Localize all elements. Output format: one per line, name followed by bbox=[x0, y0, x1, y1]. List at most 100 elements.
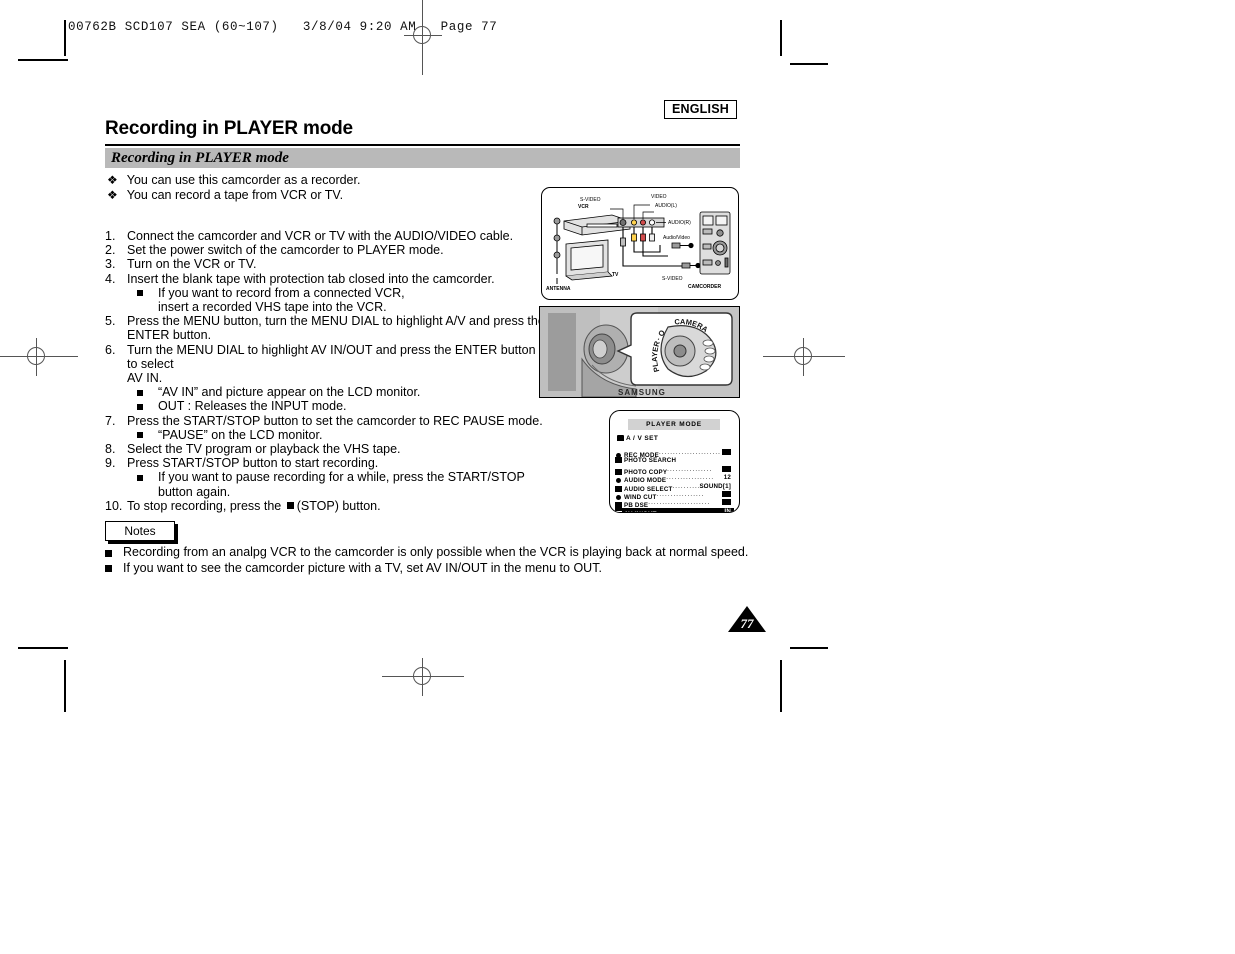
step-sub-bullet: If you want to record from a connected V… bbox=[127, 286, 545, 314]
note-text: Recording from an analpg VCR to the camc… bbox=[123, 545, 749, 559]
step-text: To stop recording, press the (STOP) butt… bbox=[127, 498, 381, 513]
connection-diagram-figure: VCR TV ANTENNA CAMCORDER S-VIDEO VIDEO A… bbox=[541, 187, 739, 300]
osd-menu-figure: PLAYER MODE A / V SET REC MODE .........… bbox=[609, 410, 740, 513]
osd-row-value bbox=[722, 490, 731, 498]
diagram-label-tv: TV bbox=[612, 272, 619, 278]
step-number: 7. bbox=[105, 413, 116, 428]
step-number: 3. bbox=[105, 257, 116, 272]
square-bullet-icon bbox=[137, 403, 143, 410]
osd-menu-row[interactable]: PB DSE ...................... bbox=[615, 499, 734, 509]
step-sub-text: “PAUSE” on the LCD monitor. bbox=[158, 427, 323, 442]
diagram-label-audio-l: AUDIO(L) bbox=[655, 203, 677, 209]
osd-menu-row[interactable]: AV IN/OUT ..................... IN bbox=[615, 507, 734, 513]
step-sub-bullet: “PAUSE” on the LCD monitor. bbox=[127, 428, 545, 442]
title-rule bbox=[105, 144, 740, 146]
step-text: Turn the MENU DIAL to highlight AV IN/OU… bbox=[127, 342, 536, 386]
osd-menu-row[interactable]: AUDIO SELECT .............. SOUND[1] bbox=[615, 482, 734, 493]
osd-menu-row[interactable]: AUDIO MODE ................. 12 bbox=[615, 474, 734, 484]
step-number: 4. bbox=[105, 271, 116, 286]
note-text: If you want to see the camcorder picture… bbox=[123, 560, 602, 575]
procedure-step: 10. To stop recording, press the (STOP) b… bbox=[105, 499, 545, 513]
step-text: Press the MENU button, turn the MENU DIA… bbox=[127, 314, 545, 343]
manual-page: ENGLISH Recording in PLAYER mode Recordi… bbox=[0, 0, 1235, 954]
intro-bullet-0: ❖ You can use this camcorder as a recorde… bbox=[107, 173, 360, 187]
diagram-label-s-video-bottom: S-VIDEO bbox=[662, 276, 683, 282]
step-sub-bullet: If you want to pause recording for a whi… bbox=[127, 470, 545, 499]
camcorder-photo-figure: PLAYER · OFF · CAMERA SAMSUNG bbox=[539, 306, 740, 398]
diagram-label-audio-r: AUDIO(R) bbox=[668, 220, 691, 226]
tape-icon bbox=[615, 457, 622, 464]
diagram-label-s-video-top: S-VIDEO bbox=[580, 197, 601, 203]
square-bullet-icon bbox=[105, 549, 112, 557]
step-text: Set the power switch of the camcorder to… bbox=[127, 243, 444, 258]
step-sub-text: “AV IN” and picture appear on the LCD mo… bbox=[158, 385, 421, 400]
section-heading-label: Recording in PLAYER mode bbox=[111, 150, 289, 166]
osd-row-label: PHOTO SEARCH bbox=[624, 457, 677, 465]
procedure-step: 1. Connect the camcorder and VCR or TV wi… bbox=[105, 229, 545, 243]
step-text: Insert the blank tape with protection ta… bbox=[127, 271, 495, 286]
osd-row-value: IN bbox=[724, 507, 731, 513]
note-item: Recording from an analpg VCR to the camc… bbox=[105, 545, 748, 561]
intro-bullet-text: You can use this camcorder as a recorder… bbox=[126, 173, 361, 187]
step-number: 6. bbox=[105, 342, 116, 357]
step-sub-text: If you want to record from a connected V… bbox=[158, 285, 405, 315]
step-number: 2. bbox=[105, 243, 116, 258]
osd-row-leader-dots: ................ bbox=[667, 465, 713, 473]
osd-row-list: REC MODE ...................... PHOTO SEA… bbox=[615, 449, 734, 513]
osd-value-swatch-icon bbox=[722, 449, 731, 455]
osd-row-value bbox=[722, 449, 731, 456]
step-text: Press the START/STOP button to set the c… bbox=[127, 413, 543, 428]
page-number-text: 77 bbox=[740, 616, 754, 631]
osd-row-value: 12 bbox=[723, 474, 731, 482]
procedure-steps: 1. Connect the camcorder and VCR or TV wi… bbox=[105, 229, 545, 513]
language-badge: ENGLISH bbox=[664, 100, 737, 119]
step-text: Turn on the VCR or TV. bbox=[127, 257, 257, 272]
step-number: 5. bbox=[105, 314, 116, 329]
procedure-step: 2. Set the power switch of the camcorder … bbox=[105, 243, 545, 257]
square-bullet-icon bbox=[137, 389, 143, 396]
diagram-label-audio-video: Audio/Video bbox=[663, 235, 690, 241]
osd-row-value: SOUND[1] bbox=[699, 482, 731, 490]
osd-value-swatch-icon bbox=[722, 499, 731, 506]
diagram-label-antenna: ANTENNA bbox=[546, 286, 571, 292]
step-sub-text: If you want to pause recording for a whi… bbox=[158, 470, 525, 499]
procedure-step: 9. Press START/STOP button to start recor… bbox=[105, 456, 545, 499]
procedure-step: 4. Insert the blank tape with protection … bbox=[105, 272, 545, 315]
osd-group-text: A / V SET bbox=[626, 435, 659, 442]
club-bullet-icon: ❖ bbox=[107, 173, 118, 187]
procedure-step: 6. Turn the MENU DIAL to highlight AV IN/… bbox=[105, 343, 545, 414]
step-number: 10. bbox=[105, 498, 123, 513]
osd-row-label: AV IN/OUT bbox=[624, 511, 657, 512]
step-text: Connect the camcorder and VCR or TV with… bbox=[127, 229, 514, 243]
step-number: 1. bbox=[105, 229, 116, 243]
note-item: If you want to see the camcorder picture… bbox=[105, 561, 748, 577]
step-text: Select the TV program or playback the VH… bbox=[127, 442, 401, 457]
osd-row-leader-dots: ...................... bbox=[648, 499, 711, 507]
osd-menu-row[interactable]: WIND CUT ................. bbox=[615, 490, 734, 501]
step-number: 8. bbox=[105, 442, 116, 457]
osd-group-label: A / V SET bbox=[617, 435, 658, 442]
osd-row-value bbox=[722, 499, 731, 506]
tape-icon bbox=[617, 435, 624, 441]
notes-list: Recording from an analpg VCR to the camc… bbox=[105, 545, 748, 576]
osd-menu-row[interactable]: PHOTO COPY ................ bbox=[615, 465, 734, 476]
stop-button-icon bbox=[286, 501, 294, 509]
osd-row-value bbox=[722, 465, 731, 473]
step-sub-bullet: OUT : Releases the INPUT mode. bbox=[127, 399, 545, 413]
tape-icon bbox=[615, 510, 622, 512]
osd-row-leader-dots: ..................... bbox=[656, 507, 716, 513]
square-bullet-icon bbox=[137, 474, 143, 481]
step-sub-text: OUT : Releases the INPUT mode. bbox=[158, 399, 347, 414]
diagram-label-vcr: VCR bbox=[578, 204, 589, 210]
osd-menu-row[interactable]: PHOTO SEARCH bbox=[615, 457, 734, 465]
procedure-step: 5. Press the MENU button, turn the MENU D… bbox=[105, 314, 545, 342]
intro-bullet-1: ❖ You can record a tape from VCR or TV. bbox=[107, 188, 343, 202]
procedure-step: 8. Select the TV program or playback the … bbox=[105, 442, 545, 456]
page-title: Recording in PLAYER mode bbox=[105, 118, 353, 139]
square-bullet-icon bbox=[105, 565, 112, 572]
diagram-label-camcorder: CAMCORDER bbox=[688, 284, 721, 290]
procedure-step: 7. Press the START/STOP button to set the… bbox=[105, 414, 545, 442]
osd-menu-row[interactable]: REC MODE ...................... bbox=[615, 449, 734, 459]
step-text: Press START/STOP button to start recordi… bbox=[127, 456, 379, 471]
brand-wordmark: SAMSUNG bbox=[618, 388, 666, 397]
